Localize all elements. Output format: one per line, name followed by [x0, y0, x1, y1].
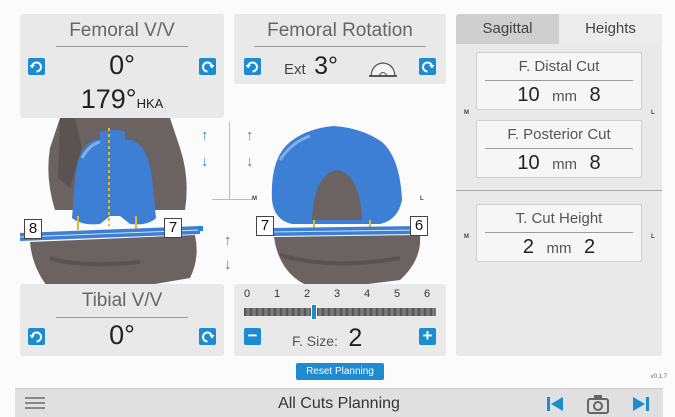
arrow-down-icon[interactable]: ↓	[224, 257, 232, 272]
unit: mm	[552, 88, 578, 105]
rotate-right-button[interactable]	[419, 58, 436, 75]
distal-cut-title: F. Distal Cut	[518, 58, 600, 75]
tab-heights[interactable]: Heights	[559, 14, 662, 44]
arrow-down-icon[interactable]: ↓	[201, 154, 209, 169]
footer-title: All Cuts Planning	[278, 395, 400, 412]
posterior-cut-title: F. Posterior Cut	[507, 126, 611, 143]
rotate-left-icon	[245, 61, 258, 73]
camera-icon[interactable]	[587, 394, 609, 414]
gap-label-right: 6	[410, 216, 428, 236]
tibial-vv-panel: Tibial V/V 0°	[20, 284, 224, 356]
tibial-vv-value: 0°	[109, 320, 135, 350]
posterior-cut-box: F. Posterior Cut 10 mm 8	[476, 120, 642, 178]
distal-cut-values: 10 mm 8	[477, 84, 641, 107]
minus-icon: −	[247, 326, 258, 345]
size-track	[244, 308, 436, 316]
size-label: F. Size:	[292, 333, 338, 349]
size-tick: 5	[394, 288, 401, 300]
unit: mm	[552, 156, 578, 173]
femoral-rotation-title: Femoral Rotation	[267, 20, 413, 41]
version-label: v0.1.7	[650, 374, 667, 380]
tibial-cut-title: T. Cut Height	[515, 210, 603, 227]
lateral-value: 8	[589, 84, 601, 106]
lateral-mark: L	[420, 196, 424, 202]
gap-label-lateral: 7	[164, 218, 182, 238]
size-increase-button[interactable]: +	[419, 326, 436, 345]
rotate-right-icon	[202, 61, 215, 73]
divider	[485, 148, 633, 149]
size-decrease-button[interactable]: −	[244, 326, 261, 345]
size-tick: 6	[424, 288, 431, 300]
divider	[56, 317, 188, 318]
divider	[254, 46, 426, 47]
tab-sagittal[interactable]: Sagittal	[456, 14, 559, 44]
unit: mm	[546, 240, 572, 257]
arrow-up-icon[interactable]: ↑	[224, 233, 232, 248]
rotate-right-button[interactable]	[199, 328, 216, 345]
rotate-right-button[interactable]	[199, 58, 216, 75]
size-slider-thumb[interactable]	[311, 304, 318, 320]
tibial-cut-values: 2 mm 2	[477, 236, 641, 259]
size-readout: F. Size: 2	[292, 324, 362, 353]
section-divider	[456, 190, 662, 191]
hka-unit: HKA	[136, 96, 164, 111]
coronal-knee-view	[20, 118, 203, 290]
tibial-cut-box: T. Cut Height 2 mm 2	[476, 204, 642, 262]
femoral-vv-value: 0°	[109, 50, 135, 80]
footer-bar: All Cuts Planning	[15, 388, 663, 417]
rotate-right-icon	[422, 61, 435, 73]
arrow-up-icon[interactable]: ↑	[201, 128, 209, 143]
divider	[485, 232, 633, 233]
tibial-vv-title: Tibial V/V	[81, 290, 163, 311]
lateral-value: 8	[589, 152, 601, 174]
size-tick: 4	[364, 288, 371, 300]
divider	[56, 46, 188, 47]
plus-icon: +	[422, 326, 433, 345]
size-tick: 3	[334, 288, 341, 300]
femoral-rotation-panel: Femoral Rotation Ext 3°	[234, 14, 446, 84]
gap-label-left: 7	[256, 216, 274, 236]
size-value: 2	[348, 324, 363, 352]
rotate-right-icon	[202, 331, 215, 343]
size-tick: 2	[304, 288, 311, 300]
size-tick: 0	[244, 288, 251, 300]
femoral-size-panel: 0 1 2 3 4 5 6 − F. Size: 2 +	[234, 284, 446, 356]
femoral-vv-panel: Femoral V/V 0° 179°HKA	[20, 14, 224, 118]
femur-axial-icon	[369, 62, 397, 77]
sagittal-knee-view	[269, 126, 421, 290]
medial-value: 10	[517, 84, 540, 106]
axis-guide-horizontal	[212, 199, 252, 200]
medial-value: 10	[517, 152, 540, 174]
rotation-direction: Ext	[284, 61, 306, 78]
medial-mark: M	[464, 234, 469, 240]
hka-readout: 179°HKA	[20, 84, 224, 115]
rotation-readout: Ext 3°	[284, 52, 338, 81]
distal-cut-box: F. Distal Cut 10 mm 8	[476, 52, 642, 110]
axis-guide-vertical	[229, 122, 230, 200]
lateral-value: 2	[583, 236, 596, 258]
hka-value: 179°	[80, 84, 137, 114]
medial-value: 2	[522, 236, 535, 258]
skip-forward-icon[interactable]	[631, 395, 651, 413]
divider	[485, 80, 633, 81]
rotate-left-button[interactable]	[244, 58, 261, 75]
skip-back-icon[interactable]	[545, 395, 565, 413]
rotation-value: 3°	[314, 52, 339, 80]
lateral-mark: L	[651, 234, 655, 240]
medial-mark: M	[252, 196, 257, 202]
size-scale: 0 1 2 3 4 5 6	[244, 288, 436, 320]
medial-mark: M	[464, 110, 469, 116]
reset-planning-button[interactable]: Reset Planning	[296, 363, 384, 380]
lateral-mark: L	[651, 110, 655, 116]
right-panel: Sagittal Heights F. Distal Cut 10 mm 8 M…	[456, 14, 662, 356]
femoral-vv-title: Femoral V/V	[69, 20, 175, 41]
posterior-cut-values: 10 mm 8	[477, 152, 641, 175]
gap-label-medial: 8	[24, 219, 42, 239]
cut-marker	[198, 226, 203, 231]
size-tick: 1	[274, 288, 281, 300]
